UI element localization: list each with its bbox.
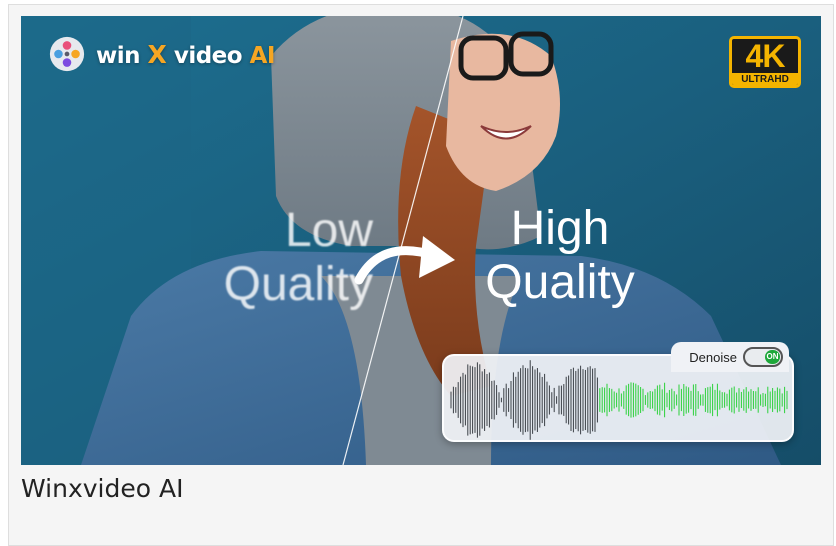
4k-ultrahd-badge: 4K ULTRAHD [729,36,801,88]
brand-name: win X video AI [96,39,275,69]
brand-logo: win X video AI [48,36,275,72]
hero-image[interactable]: win X video AI 4K ULTRAHD Low Quality Hi… [21,16,821,465]
film-reel-icon [49,36,85,72]
audio-waveform [450,360,788,440]
curved-arrow-icon [354,236,455,285]
caption-title: Winxvideo AI [21,474,184,503]
low-quality-label: Low Quality [223,204,373,311]
high-quality-label: High Quality [485,202,635,309]
